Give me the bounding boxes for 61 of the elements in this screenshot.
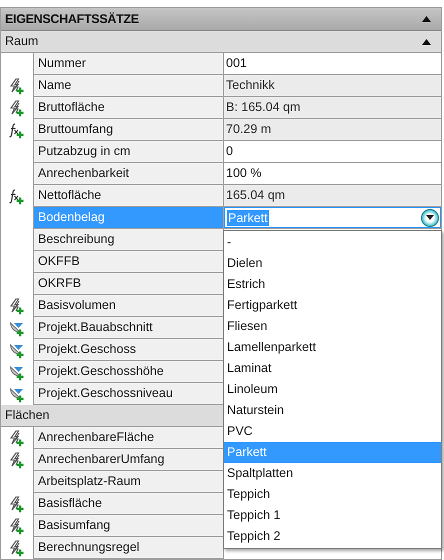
lightning-plus-icon xyxy=(8,430,26,446)
property-name[interactable]: AnrechenbareFläche xyxy=(33,427,223,449)
satellite-dish-plus-icon xyxy=(8,386,26,402)
property-name[interactable]: Name xyxy=(33,75,223,97)
property-name[interactable]: Bruttoumfang xyxy=(33,119,223,141)
satellite-dish-plus-icon xyxy=(8,342,26,358)
property-value: 70.29 m xyxy=(224,119,441,140)
lightning-plus-icon xyxy=(8,298,26,314)
caret-icon xyxy=(426,215,434,220)
property-name[interactable]: Projekt.Bauabschnitt xyxy=(33,317,223,339)
dropdown-option[interactable]: Estrich xyxy=(224,274,441,295)
property-name[interactable]: Berechnungsregel xyxy=(33,537,223,559)
property-name[interactable]: Projekt.Geschossniveau xyxy=(33,383,223,405)
property-name[interactable]: OKFFB xyxy=(33,251,223,273)
property-name[interactable]: Projekt.Geschosshöhe xyxy=(33,361,223,383)
property-name[interactable]: Nummer xyxy=(33,53,223,75)
dropdown-button[interactable] xyxy=(421,208,439,226)
collapse-icon[interactable] xyxy=(422,16,431,22)
lightning-plus-icon xyxy=(8,540,26,556)
dropdown-option[interactable]: Teppich 1 xyxy=(224,505,441,526)
property-value: Technikk xyxy=(224,75,441,96)
formula-plus-icon xyxy=(8,188,26,204)
property-name[interactable]: Basisfläche xyxy=(33,493,223,515)
dropdown-option[interactable]: Fliesen xyxy=(224,316,441,337)
dropdown-option[interactable]: Teppich xyxy=(224,484,441,505)
field-value: Parkett xyxy=(227,210,269,226)
dropdown-option[interactable]: PVC xyxy=(224,421,441,442)
property-name[interactable]: OKRFB xyxy=(33,273,223,295)
property-name[interactable]: Anrechenbarkeit xyxy=(33,163,223,185)
lightning-plus-icon xyxy=(8,496,26,512)
dropdown-option[interactable]: Fertigparkett xyxy=(224,295,441,316)
section-title[interactable]: Flächen xyxy=(5,406,50,425)
property-name[interactable]: Projekt.Geschoss xyxy=(33,339,223,361)
dropdown-option[interactable]: Spaltplatten xyxy=(224,463,441,484)
dropdown-option[interactable]: Linoleum xyxy=(224,379,441,400)
dropdown-option[interactable]: Teppich 2 xyxy=(224,526,441,547)
dropdown-option[interactable]: Naturstein xyxy=(224,400,441,421)
property-name[interactable]: AnrechenbarerUmfang xyxy=(33,449,223,471)
dropdown-option[interactable]: Dielen xyxy=(224,253,441,274)
lightning-plus-icon xyxy=(8,100,26,116)
dropdown-option[interactable]: Laminat xyxy=(224,358,441,379)
property-name[interactable]: Basisvolumen xyxy=(33,295,223,317)
property-name[interactable]: Bruttofläche xyxy=(33,97,223,119)
property-value: 165.04 qm xyxy=(224,185,441,206)
property-name[interactable]: Beschreibung xyxy=(33,229,223,251)
collapse-icon[interactable] xyxy=(422,38,431,44)
satellite-dish-plus-icon xyxy=(8,364,26,380)
property-name[interactable]: Putzabzug in cm xyxy=(33,141,223,163)
formula-plus-icon xyxy=(8,122,26,138)
dropdown-option[interactable]: - xyxy=(224,232,441,253)
dropdown-option[interactable]: Lamellenparkett xyxy=(224,337,441,358)
property-value: B: 165.04 qm xyxy=(224,97,441,118)
lightning-plus-icon xyxy=(8,452,26,468)
satellite-dish-plus-icon xyxy=(8,320,26,336)
property-name[interactable]: Arbeitsplatz-Raum xyxy=(33,471,223,493)
property-name[interactable]: Nettofläche xyxy=(33,185,223,207)
panel-title: EIGENSCHAFTSSÄTZE xyxy=(5,10,139,28)
property-name[interactable]: Basisumfang xyxy=(33,515,223,537)
lightning-plus-icon xyxy=(8,518,26,534)
lightning-plus-icon xyxy=(8,78,26,94)
section-title[interactable]: Raum xyxy=(5,32,38,51)
